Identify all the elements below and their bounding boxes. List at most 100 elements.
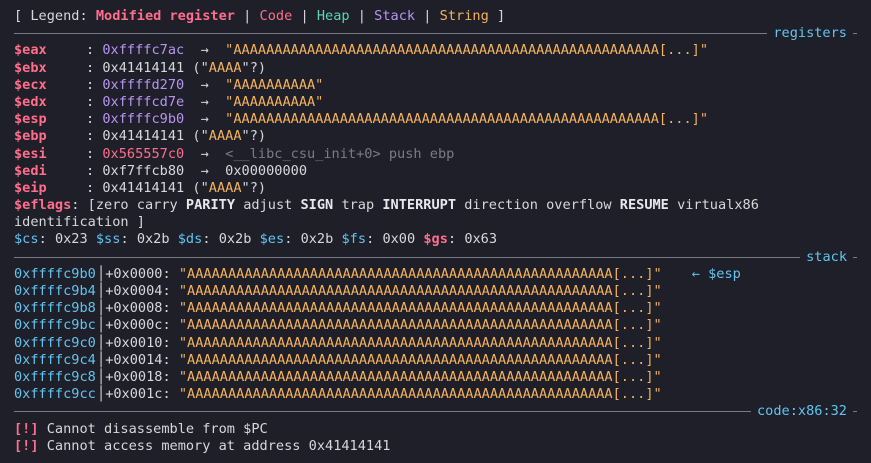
eflag: virtualx86 bbox=[677, 197, 759, 214]
register-row: $ebx: 0x41414141 ("AAAA"?) bbox=[14, 59, 267, 76]
stack-offset: +0x000c: bbox=[105, 317, 171, 334]
eflags-open: [ bbox=[87, 197, 96, 214]
legend-prefix: [ Legend: bbox=[14, 8, 96, 24]
eflag: RESUME bbox=[619, 197, 669, 214]
register-arrow: → bbox=[200, 93, 209, 110]
register-row: $esi: 0x565557c0 → <__libc_csu_init+0> p… bbox=[14, 145, 455, 162]
register-open: (" bbox=[192, 128, 209, 145]
register-value: 0xffffc7ac bbox=[102, 42, 185, 59]
register-name: $esi bbox=[14, 145, 47, 162]
stack-bar: │ bbox=[97, 368, 106, 385]
stack-bar: │ bbox=[97, 317, 106, 334]
error-message: [!] Cannot access memory at address 0x41… bbox=[14, 438, 857, 455]
legend-line: [ Legend: Modified register | Code | Hea… bbox=[14, 8, 506, 24]
legend-code: Code bbox=[259, 8, 293, 24]
register-arrow: → bbox=[200, 162, 209, 179]
register-name: $ebp bbox=[14, 128, 47, 145]
segment-name: $ss bbox=[95, 231, 121, 248]
register-deref: "AAAAAAAAAAAAAAAAAAAAAAAAAAAAAAAAAAAAAAA… bbox=[225, 111, 709, 128]
register-close: "?) bbox=[241, 59, 267, 76]
register-row: $esp: 0xffffc9b0 → "AAAAAAAAAAAAAAAAAAAA… bbox=[14, 111, 709, 128]
eflag: adjust bbox=[243, 197, 293, 214]
stack-offset: +0x0000: bbox=[105, 265, 171, 282]
register-ascii: AAAA bbox=[208, 59, 242, 76]
legend-stack: Stack bbox=[374, 8, 416, 24]
register-name: $eax bbox=[14, 42, 47, 59]
stack-address: 0xffffc9c4 bbox=[14, 351, 96, 368]
register-deref: "AAAAAAAAAA" bbox=[225, 76, 324, 93]
stack-row: 0xffffc9b4│+0x0004: "AAAAAAAAAAAAAAAAAAA… bbox=[14, 283, 857, 300]
register-deref: <__libc_csu_init+0> push ebp bbox=[225, 145, 455, 162]
stack-value: "AAAAAAAAAAAAAAAAAAAAAAAAAAAAAAAAAAAAAAA… bbox=[178, 334, 662, 351]
stack-value: "AAAAAAAAAAAAAAAAAAAAAAAAAAAAAAAAAAAAAAA… bbox=[178, 300, 662, 317]
code-separator: code:x86:32 bbox=[14, 403, 857, 421]
eflag: trap bbox=[341, 197, 375, 214]
stack-address: 0xffffc9bc bbox=[14, 317, 96, 334]
register-value: 0x41414141 bbox=[102, 59, 185, 76]
register-value: 0x41414141 bbox=[102, 128, 185, 145]
segment-value: 0x2b bbox=[136, 231, 170, 248]
eflag: zero bbox=[95, 197, 129, 214]
register-ascii: AAAA bbox=[208, 179, 242, 196]
register-row: $edi: 0xf7ffcb80 → 0x00000000 bbox=[14, 162, 307, 179]
register-value: 0xffffd270 bbox=[102, 76, 185, 93]
register-value: 0x41414141 bbox=[102, 179, 185, 196]
eflag: direction bbox=[464, 197, 538, 214]
stack-value: "AAAAAAAAAAAAAAAAAAAAAAAAAAAAAAAAAAAAAAA… bbox=[178, 386, 662, 403]
stack-offset: +0x001c: bbox=[105, 386, 171, 403]
register-row: $edx: 0xffffcd7e → "AAAAAAAAAA" bbox=[14, 93, 324, 110]
segment-value: 0x00 bbox=[382, 231, 416, 248]
legend-modified: Modified register bbox=[95, 8, 235, 24]
stack-row: 0xffffc9bc│+0x000c: "AAAAAAAAAAAAAAAAAAA… bbox=[14, 317, 857, 334]
stack-pointer-tag: ← $esp bbox=[691, 265, 741, 282]
segment-name: $fs bbox=[341, 231, 367, 248]
stack-address: 0xffffc9b0 bbox=[14, 265, 96, 282]
eflags-line: $eflags: [zero carry PARITY adjust SIGN … bbox=[14, 197, 759, 231]
eflag: SIGN bbox=[300, 197, 334, 214]
segment-name: $ds bbox=[177, 231, 203, 248]
stack-address: 0xffffc9b4 bbox=[14, 283, 96, 300]
stack-address: 0xffffc9c8 bbox=[14, 368, 96, 385]
stack-bar: │ bbox=[97, 283, 106, 300]
segment-name: $cs bbox=[14, 231, 39, 248]
register-value: 0xf7ffcb80 bbox=[102, 162, 185, 179]
stack-offset: +0x0008: bbox=[105, 300, 171, 317]
error-message: [!] Cannot disassemble from $PC bbox=[14, 421, 857, 438]
eflag: overflow bbox=[546, 197, 612, 214]
eflag: carry bbox=[136, 197, 178, 214]
register-value: 0x565557c0 bbox=[102, 145, 185, 162]
stack-offset: +0x0004: bbox=[105, 283, 171, 300]
eflags-close: ] bbox=[136, 214, 145, 231]
register-value: 0xffffc9b0 bbox=[102, 111, 185, 128]
stack-row: 0xffffc9c4│+0x0014: "AAAAAAAAAAAAAAAAAAA… bbox=[14, 352, 857, 369]
legend-heap: Heap bbox=[316, 8, 350, 24]
segment-value: 0x2b bbox=[218, 231, 252, 248]
register-row: $ecx: 0xffffd270 → "AAAAAAAAAA" bbox=[14, 76, 324, 93]
stack-bar: │ bbox=[97, 334, 106, 351]
segment-value: 0x63 bbox=[464, 231, 498, 248]
register-list: $eax: 0xffffc7ac → "AAAAAAAAAAAAAAAAAAAA… bbox=[14, 42, 857, 197]
stack-section-title: stack bbox=[800, 248, 853, 266]
stack-separator: stack bbox=[14, 248, 857, 266]
stack-value: "AAAAAAAAAAAAAAAAAAAAAAAAAAAAAAAAAAAAAAA… bbox=[178, 283, 662, 300]
register-deref: "AAAAAAAAAA" bbox=[225, 93, 324, 110]
eflag: identification bbox=[14, 214, 129, 231]
stack-row: 0xffffc9c8│+0x0018: "AAAAAAAAAAAAAAAAAAA… bbox=[14, 369, 857, 386]
stack-offset: +0x0018: bbox=[105, 368, 171, 385]
stack-row: 0xffffc9b0│+0x0000: "AAAAAAAAAAAAAAAAAAA… bbox=[14, 266, 857, 283]
stack-bar: │ bbox=[97, 386, 106, 403]
error-text: Cannot access memory at address 0x414141… bbox=[38, 437, 391, 454]
stack-bar: │ bbox=[97, 265, 106, 282]
stack-value: "AAAAAAAAAAAAAAAAAAAAAAAAAAAAAAAAAAAAAAA… bbox=[178, 368, 662, 385]
error-marker: [!] bbox=[14, 420, 39, 437]
stack-address: 0xffffc9b8 bbox=[14, 300, 96, 317]
legend-suffix: ] bbox=[488, 8, 506, 24]
registers-section-title: registers bbox=[767, 25, 853, 43]
register-deref: 0x00000000 bbox=[225, 162, 307, 179]
register-arrow: → bbox=[200, 76, 209, 93]
stack-value: "AAAAAAAAAAAAAAAAAAAAAAAAAAAAAAAAAAAAAAA… bbox=[178, 265, 662, 282]
stack-list: 0xffffc9b0│+0x0000: "AAAAAAAAAAAAAAAAAAA… bbox=[14, 266, 857, 404]
segment-name: $gs bbox=[423, 231, 448, 248]
segment-value: 0x2b bbox=[300, 231, 334, 248]
register-arrow: → bbox=[200, 42, 209, 59]
